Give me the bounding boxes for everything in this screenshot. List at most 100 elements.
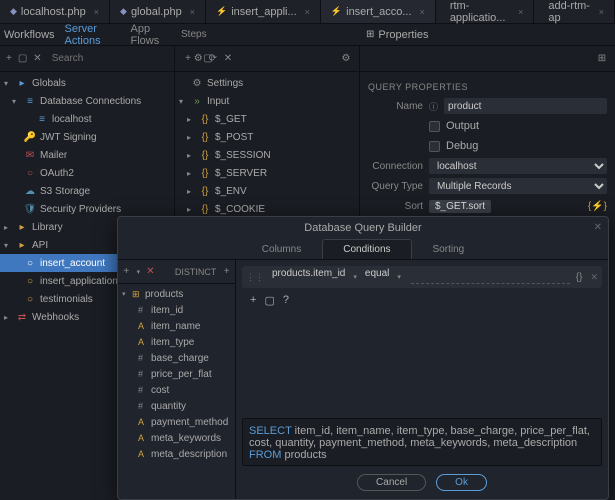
tree-item[interactable]: ⚙Settings [175, 74, 359, 92]
tree-item[interactable]: ▾▸Globals [0, 74, 174, 92]
tree-item[interactable]: ☁S3 Storage [0, 182, 174, 200]
steps-add-button[interactable]: + [181, 52, 195, 66]
chevron-icon: ▸ [187, 133, 195, 142]
cond-value-input[interactable] [411, 270, 570, 284]
column-item[interactable]: Aitem_name [118, 318, 235, 334]
column-item[interactable]: Apayment_method [118, 414, 235, 430]
tree-item-label: $_POST [215, 132, 355, 143]
column-item[interactable]: Ameta_description [118, 446, 235, 462]
conditions-area: ⋮⋮ products.item_id ▾ equal ▾ {} ✕ + ▢ ?… [236, 260, 608, 499]
tab-label: localhost.php [21, 6, 86, 18]
col-type-icon: A [138, 449, 148, 459]
tab-label: insert_appli... [231, 6, 296, 18]
tree-item[interactable]: ≡localhost [0, 110, 174, 128]
tree-item[interactable]: ▸{}$_SESSION [175, 146, 359, 164]
cond-help-icon[interactable]: ? [283, 294, 289, 307]
tab-close-icon[interactable]: × [190, 7, 195, 17]
tree-item[interactable]: ○OAuth2 [0, 164, 174, 182]
sort-value[interactable]: $_GET.sort [429, 200, 491, 213]
column-item[interactable]: Ameta_keywords [118, 430, 235, 446]
editor-tab[interactable]: ◆global.php× [110, 0, 206, 23]
app-flows-link[interactable]: App Flows [130, 23, 171, 47]
modal-del-button[interactable]: ✕ [146, 265, 155, 279]
output-checkbox[interactable] [429, 121, 440, 132]
connection-select[interactable]: localhost [429, 158, 607, 174]
modal-tab[interactable]: Columns [241, 239, 322, 259]
column-item[interactable]: #cost [118, 382, 235, 398]
col-type-icon: ⊞ [132, 289, 142, 300]
modal-close-icon[interactable]: ✕ [594, 222, 602, 233]
tab-close-icon[interactable]: × [305, 7, 310, 17]
ok-button[interactable]: Ok [436, 474, 487, 491]
distinct-add-icon[interactable]: + [222, 265, 231, 279]
qtype-label: Query Type [368, 181, 423, 192]
tab-icon: ⚡ [216, 6, 227, 17]
cond-remove-icon[interactable]: ✕ [590, 272, 598, 283]
var-icon: {} [199, 131, 211, 143]
editor-tab[interactable]: ◆ localhost.php × [0, 0, 110, 23]
tree-item-label: $_ENV [215, 186, 355, 197]
editor-tab[interactable]: ⚡ insert_appli... × [206, 0, 321, 23]
connection-label[interactable]: Connection [368, 161, 423, 172]
search-input[interactable] [48, 53, 188, 64]
cond-bolt-icon[interactable]: {} [576, 272, 583, 283]
steps-copy-button[interactable]: ▢ [201, 52, 215, 66]
props-menu-icon[interactable]: ⊞ [595, 52, 609, 66]
tree-item[interactable]: 🔑JWT Signing [0, 128, 174, 146]
editor-tab[interactable]: add-rtm-ap× [534, 0, 615, 23]
sec-icon: 🛡 [24, 203, 36, 215]
steps-delete-button[interactable]: ✕ [221, 52, 235, 66]
editor-tab[interactable]: ⚡insert_acco...× [321, 0, 436, 23]
tree-item[interactable]: ▸ {} $_POST [175, 128, 359, 146]
modal-tab[interactable]: Sorting [412, 239, 486, 259]
cancel-button[interactable]: Cancel [357, 474, 426, 491]
column-item[interactable]: ▾⊞products [118, 286, 235, 302]
new-folder-button[interactable]: ▢ [18, 52, 27, 66]
tables-tree: ▾⊞products#item_idAitem_nameAitem_type#b… [118, 284, 235, 499]
modal-tabs: ColumnsConditionsSorting [118, 239, 608, 260]
qtype-select[interactable]: Multiple Records [429, 178, 607, 194]
cond-op-select[interactable]: equal [361, 268, 393, 286]
properties-icon: ⊞ [366, 29, 374, 40]
chevron-icon: ▸ [187, 115, 195, 124]
column-item[interactable]: #base_charge [118, 350, 235, 366]
sort-bolt-icon[interactable]: {⚡} [588, 201, 607, 212]
server-actions-link[interactable]: Server Actions [65, 23, 121, 47]
steps-more-icon[interactable]: ⚙ [339, 52, 353, 66]
tree-item[interactable]: ▾»Input [175, 92, 359, 110]
tab-close-icon[interactable]: × [599, 7, 604, 17]
tree-item-label: S3 Storage [40, 186, 170, 197]
col-type-icon: # [138, 385, 148, 395]
tab-icon: ◆ [10, 6, 17, 17]
tree-item[interactable]: ▸{}$_GET [175, 110, 359, 128]
tree-item[interactable]: ▸{}$_SERVER [175, 164, 359, 182]
tree-item[interactable]: ✉Mailer [0, 146, 174, 164]
tree-item[interactable]: ▸{}$_ENV [175, 182, 359, 200]
column-item[interactable]: #item_id [118, 302, 235, 318]
delete-button[interactable]: ✕ [33, 52, 41, 66]
column-item[interactable]: #price_per_flat [118, 366, 235, 382]
workflows-title: Workflows [4, 29, 55, 41]
cond-add-icon[interactable]: + [250, 294, 256, 307]
debug-checkbox[interactable] [429, 141, 440, 152]
cond-group-icon[interactable]: ▢ [264, 294, 274, 307]
modal-add-button[interactable]: + [122, 265, 131, 279]
chevron-icon: ▸ [4, 223, 12, 232]
tree-item-label: $_GET [215, 114, 355, 125]
cond-field-select[interactable]: products.item_id [268, 268, 349, 286]
drag-icon[interactable]: ⋮⋮ [246, 272, 264, 283]
tab-close-icon[interactable]: × [420, 7, 425, 17]
editor-tab[interactable]: rtm-applicatio...× [436, 0, 535, 23]
add-button[interactable]: + [6, 52, 12, 66]
tab-close-icon[interactable]: × [94, 7, 99, 17]
column-label: products [145, 289, 183, 300]
column-item[interactable]: Aitem_type [118, 334, 235, 350]
var-icon: {} [199, 149, 211, 161]
column-item[interactable]: #quantity [118, 398, 235, 414]
column-label: meta_keywords [151, 433, 221, 444]
tree-item-label: Mailer [40, 150, 170, 161]
name-input[interactable] [444, 98, 607, 114]
modal-tab[interactable]: Conditions [322, 239, 411, 259]
tree-item[interactable]: ▾≡Database Connections [0, 92, 174, 110]
tab-close-icon[interactable]: × [518, 7, 523, 17]
